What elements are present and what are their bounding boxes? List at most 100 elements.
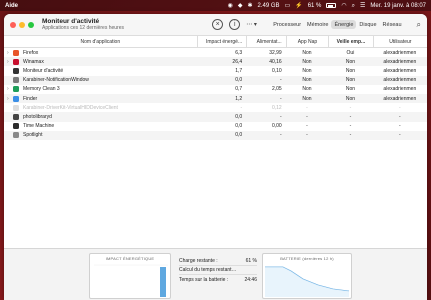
veille-value: Non — [345, 77, 356, 84]
info-button[interactable]: i — [229, 19, 241, 30]
row-name-cell: Moniteur d'activité — [4, 67, 197, 74]
app-name: Finder — [23, 95, 38, 102]
minimize-button[interactable] — [19, 21, 25, 28]
app-name: Spotlight — [23, 132, 43, 139]
maximize-button[interactable] — [28, 21, 34, 28]
window-controls — [10, 21, 34, 28]
header-impact[interactable]: Impact énergé... — [196, 36, 246, 47]
record-icon[interactable]: ◉ — [228, 3, 233, 9]
app-name: photolibraryd — [23, 113, 52, 120]
header-app-nap[interactable]: App Nap — [285, 36, 329, 47]
header-name[interactable]: Nom d'application — [4, 36, 197, 47]
karabiner-icon — [13, 77, 19, 84]
tab-disque[interactable]: Disque — [356, 20, 379, 29]
window-subtitle: Applications ces 12 dernières heures — [42, 25, 124, 31]
bluetooth-icon[interactable]: ✱ — [248, 3, 253, 9]
menu-datetime[interactable]: Mer. 19 janv. à 08:07 — [370, 3, 426, 9]
table-row[interactable]: Moniteur d'activité 1,7 0,10 Non Non alexadri… — [4, 66, 427, 75]
winamax-icon — [13, 58, 19, 65]
table-row[interactable]: Spotlight 0,0 - - - - — [4, 130, 427, 140]
table-row[interactable]: › Winamax 26,4 40,16 Non Non alexadrienmen — [4, 57, 427, 67]
stat-time: Temps sur la batterie : 24:46 — [179, 275, 257, 284]
window-title: Moniteur d'activité — [42, 18, 100, 25]
alimentation-value: - — [280, 95, 282, 102]
user-value: - — [398, 104, 401, 111]
impact-value: 26,4 — [232, 58, 243, 65]
row-name-cell: Karabiner-DriverKit-VirtualHIDDeviceClie… — [4, 104, 197, 111]
veille-value: Non — [345, 95, 356, 102]
veille-value: Non — [345, 86, 356, 93]
tab-reseau[interactable]: Réseau — [380, 20, 405, 29]
user-value: alexadrienmen — [383, 95, 417, 102]
tab-energie[interactable]: Énergie — [331, 20, 357, 29]
energy-impact-panel: IMPACT ÉNERGÉTIQUE — [89, 253, 171, 299]
firefox-icon — [13, 49, 19, 56]
search-icon[interactable]: ⌕ — [417, 20, 421, 30]
header-veille[interactable]: Veille emp... — [328, 36, 372, 47]
app-name: Winamax — [23, 58, 44, 65]
veille-value: - — [349, 123, 352, 130]
impact-value: 0,0 — [235, 132, 243, 139]
dropbox-icon[interactable]: ◆ — [238, 3, 243, 9]
veille-value: - — [349, 113, 352, 120]
header-alimentation[interactable]: Alimentat... — [246, 36, 286, 47]
impact-value: 0,0 — [235, 123, 243, 130]
table-row[interactable]: Time Machine 0,0 0,00 - - - — [4, 122, 427, 131]
app-nap-value: - — [306, 132, 308, 139]
tab-processeur[interactable]: Processeur — [270, 20, 304, 29]
alimentation-value: 2,05 — [271, 86, 282, 93]
activity-monitor-window: Moniteur d'activité Applications ces 12 … — [4, 14, 427, 300]
search-icon[interactable]: ⌕ — [352, 3, 355, 9]
row-name-cell: Karabiner-NotificationWindow — [4, 77, 197, 84]
app-nap-value: Non — [302, 67, 312, 74]
table-row[interactable]: Karabiner-NotificationWindow 0,0 - Non Non al… — [4, 75, 427, 85]
impact-value: 0,7 — [235, 86, 243, 93]
battery-icon[interactable] — [326, 3, 337, 8]
bolt-icon[interactable]: ⚡ — [295, 3, 302, 9]
battery-percent[interactable]: 61 % — [308, 3, 322, 9]
wifi-icon[interactable]: ◠ — [341, 3, 346, 9]
app-name: Firefox — [23, 49, 39, 56]
alimentation-value: 0,12 — [271, 104, 282, 111]
battery-stats: Charge restante : 61 % Calcul du temps r… — [179, 257, 257, 284]
table-header: Nom d'application Impact énergé... Alime… — [4, 36, 427, 48]
toolbar: Moniteur d'activité Applications ces 12 … — [4, 14, 427, 36]
table-row[interactable]: Karabiner-DriverKit-VirtualHIDDeviceClie… — [4, 103, 427, 112]
table-row[interactable]: › Memory Clean 3 0,7 2,05 Non Non alexadrienme… — [4, 85, 427, 94]
header-user[interactable]: Utilisateur — [372, 36, 427, 47]
memory-status[interactable]: 2.49 GB — [258, 3, 280, 9]
display-icon[interactable]: ▭ — [285, 3, 291, 9]
menu-help[interactable]: Aide — [5, 3, 18, 9]
alimentation-value: 0,10 — [271, 67, 282, 74]
table-row[interactable]: › Finder 1,2 - Non Non alexadrienmen — [4, 93, 427, 104]
bottom-panel: IMPACT ÉNERGÉTIQUE Charge restante : 61 … — [4, 248, 427, 300]
user-value: alexadrienmen — [383, 86, 417, 93]
more-actions-button[interactable]: ⋯ ▾ — [246, 20, 260, 29]
app-nap-value: - — [306, 123, 308, 130]
stop-process-button[interactable]: × — [212, 19, 224, 30]
menu-bar: Aide ◉ ◆ ✱ 2.49 GB ▭ ⚡ 61 % ◠ ⌕ ☰ Mer. 1… — [0, 0, 431, 11]
spotlight-icon — [13, 132, 19, 139]
energy-impact-bar — [160, 267, 166, 297]
activity-monitor-icon — [13, 67, 19, 74]
stat-charge-value: 61 % — [245, 258, 257, 264]
veille-value: Non — [345, 67, 356, 74]
app-name: Karabiner-DriverKit-VirtualHIDDeviceClie… — [23, 104, 118, 111]
tab-bar: Processeur Mémoire Énergie Disque Réseau — [270, 20, 404, 29]
app-nap-value: - — [306, 113, 308, 120]
tab-memoire[interactable]: Mémoire — [304, 20, 331, 29]
user-value: - — [398, 113, 401, 120]
table-row[interactable]: photolibraryd 0,0 - - - - — [4, 112, 427, 122]
impact-value: 1,7 — [235, 67, 243, 74]
battery-history-area — [265, 267, 349, 297]
impact-value: 1,2 — [235, 95, 243, 102]
table-row[interactable]: › Firefox 6,3 32,99 Non Oui alexadrienmen — [4, 48, 427, 57]
user-value: alexadrienmen — [383, 77, 417, 84]
veille-value: Non — [345, 58, 356, 65]
close-button[interactable] — [10, 21, 16, 28]
control-center-icon[interactable]: ☰ — [360, 3, 365, 9]
stat-time-value: 24:46 — [244, 276, 257, 283]
row-name-cell: photolibraryd — [4, 113, 197, 120]
stat-charge-label: Charge restante : — [179, 258, 218, 264]
app-nap-value: Non — [302, 86, 312, 93]
